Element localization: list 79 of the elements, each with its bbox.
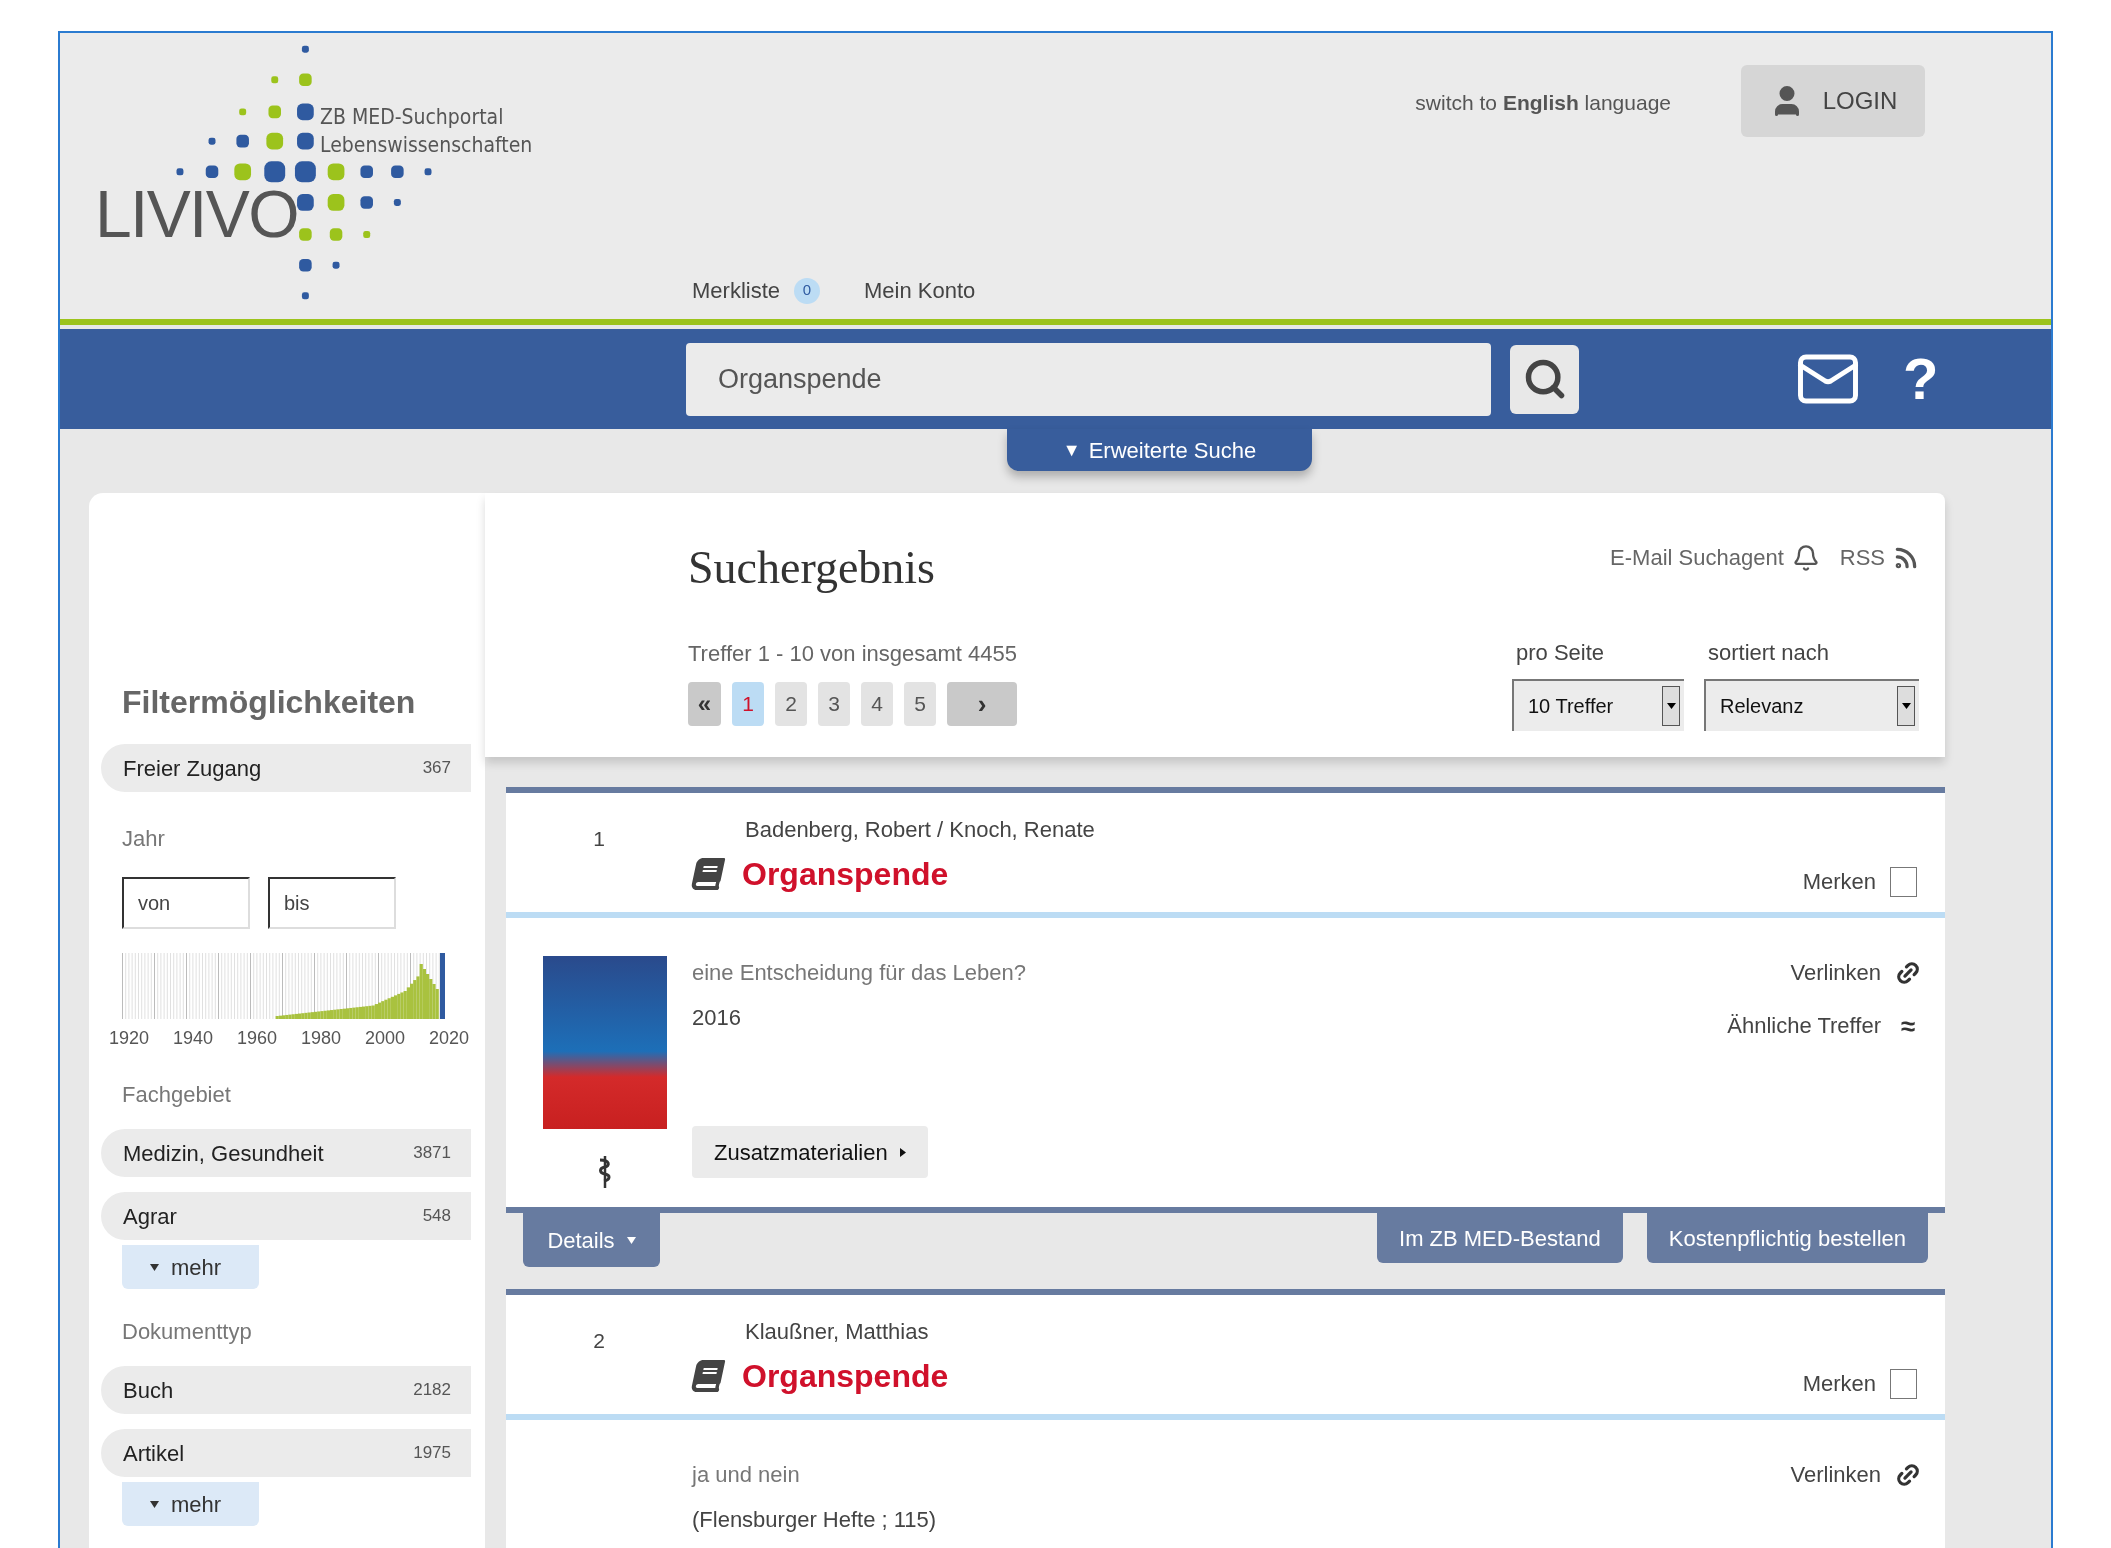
count-badge: 0 [794,277,820,304]
bookmark-checkbox[interactable] [1890,1368,1917,1399]
more-button[interactable]: mehr [122,1482,259,1526]
sort-select[interactable]: Relevanz [1704,679,1919,731]
bookmark-checkbox[interactable] [1890,866,1917,897]
result-title[interactable]: Organspende [742,850,949,898]
facet-item[interactable]: Buch 2182 [101,1366,471,1414]
caret-icon [626,1236,636,1244]
email-agent-link[interactable]: E-Mail Suchagent [1610,541,1784,574]
bookmark-label: Merken [1802,868,1876,896]
logo-subtitle: Lebenswissenschaften [320,132,533,159]
next-page-button[interactable]: › [947,682,1017,726]
login-button[interactable]: LOGIN [1741,65,1925,137]
page-button[interactable]: 3 [818,682,850,726]
page-button[interactable]: 4 [861,682,893,726]
hits-summary: Treffer 1 - 10 von insgesamt 4455 [688,640,1017,668]
facet-heading: Jahr [122,825,166,853]
action-button[interactable]: Im ZB MED-Bestand [1377,1213,1623,1263]
result-authors: Badenberg, Robert / Knoch, Renate [745,816,1096,844]
result-number: 1 [592,826,606,852]
page-button[interactable]: 1 [732,682,764,726]
caret-icon [899,1147,906,1157]
result-title[interactable]: Organspende [742,1352,949,1400]
action-link[interactable]: Verlinken [1790,1458,1881,1491]
caret-icon [150,1263,159,1271]
action-link[interactable]: Verlinken [1790,956,1881,989]
rss-link[interactable]: RSS [1839,541,1885,574]
additional-materials-button[interactable]: Zusatzmaterialien [692,1126,928,1178]
approx-icon: ≈ [1895,1012,1921,1039]
facet-heading: Fachgebiet [122,1081,232,1109]
logo-wordmark: LIVIVO [95,181,298,247]
page-title: Suchergebnis [688,545,936,591]
result-subtitle: eine Entscheidung für das Leben? [692,959,1027,987]
per-page-select[interactable]: 10 Treffer [1512,679,1684,731]
axis-label: 1940 [173,1027,214,1050]
facet-heading: Dokumenttyp [122,1318,253,1346]
help-button[interactable]: ? [1903,350,1939,408]
select-label: pro Seite [1516,639,1606,667]
result-subtitle: ja und nein [692,1461,801,1489]
nav-link[interactable]: Merkliste [692,274,780,307]
result-authors: Klaußner, Matthias [745,1318,930,1346]
sidebar-title: Filtermöglichkeiten [122,683,417,722]
facet-item[interactable]: Freier Zugang 367 [101,744,471,792]
advanced-search-tab[interactable]: ▼ Erweiterte Suche [1007,429,1312,471]
select-label: sortiert nach [1708,639,1831,667]
facet-count: 3871 [413,1142,451,1165]
action-link[interactable]: Ähnliche Treffer [1727,1009,1881,1042]
year-from-field[interactable]: von [122,877,250,929]
facet-count: 548 [422,1205,451,1228]
result-detail: 2016 [692,1004,742,1032]
search-button[interactable] [1510,344,1579,414]
caret-icon [150,1500,159,1508]
nav-link[interactable]: Mein Konto [864,274,976,307]
year-to-field[interactable]: bis [268,877,396,929]
facet-item[interactable]: Agrar 548 [101,1192,471,1240]
axis-label: 1960 [236,1027,277,1050]
axis-label: 1920 [109,1027,150,1050]
action-button[interactable]: Kostenpflichtig bestellen [1646,1213,1928,1263]
facet-item[interactable]: Medizin, Gesundheit 3871 [101,1129,471,1177]
result-detail: (Flensburger Hefte ; 115) [692,1506,938,1534]
facet-count: 367 [422,757,451,780]
facet-count: 1975 [413,1442,451,1465]
axis-label: 2020 [428,1027,469,1050]
axis-label: 1980 [300,1027,341,1050]
facet-count: 2182 [413,1379,451,1402]
search-field[interactable]: Organspende [686,342,1491,416]
page-button[interactable]: 2 [775,682,807,726]
result-number: 2 [592,1328,606,1354]
page-button[interactable]: 5 [904,682,936,726]
more-button[interactable]: mehr [122,1245,259,1289]
facet-item[interactable]: Artikel 1975 [101,1429,471,1477]
logo-subtitle: ZB MED-Suchportal [320,104,505,131]
language-switch-link[interactable]: switch to English language [1415,87,1671,119]
first-page-button[interactable]: « [688,682,721,726]
axis-label: 2000 [364,1027,405,1050]
bookmark-label: Merken [1802,1370,1876,1398]
range-handle[interactable] [440,953,445,1019]
bell-icon [1791,543,1820,572]
details-button[interactable]: Details [523,1213,660,1267]
